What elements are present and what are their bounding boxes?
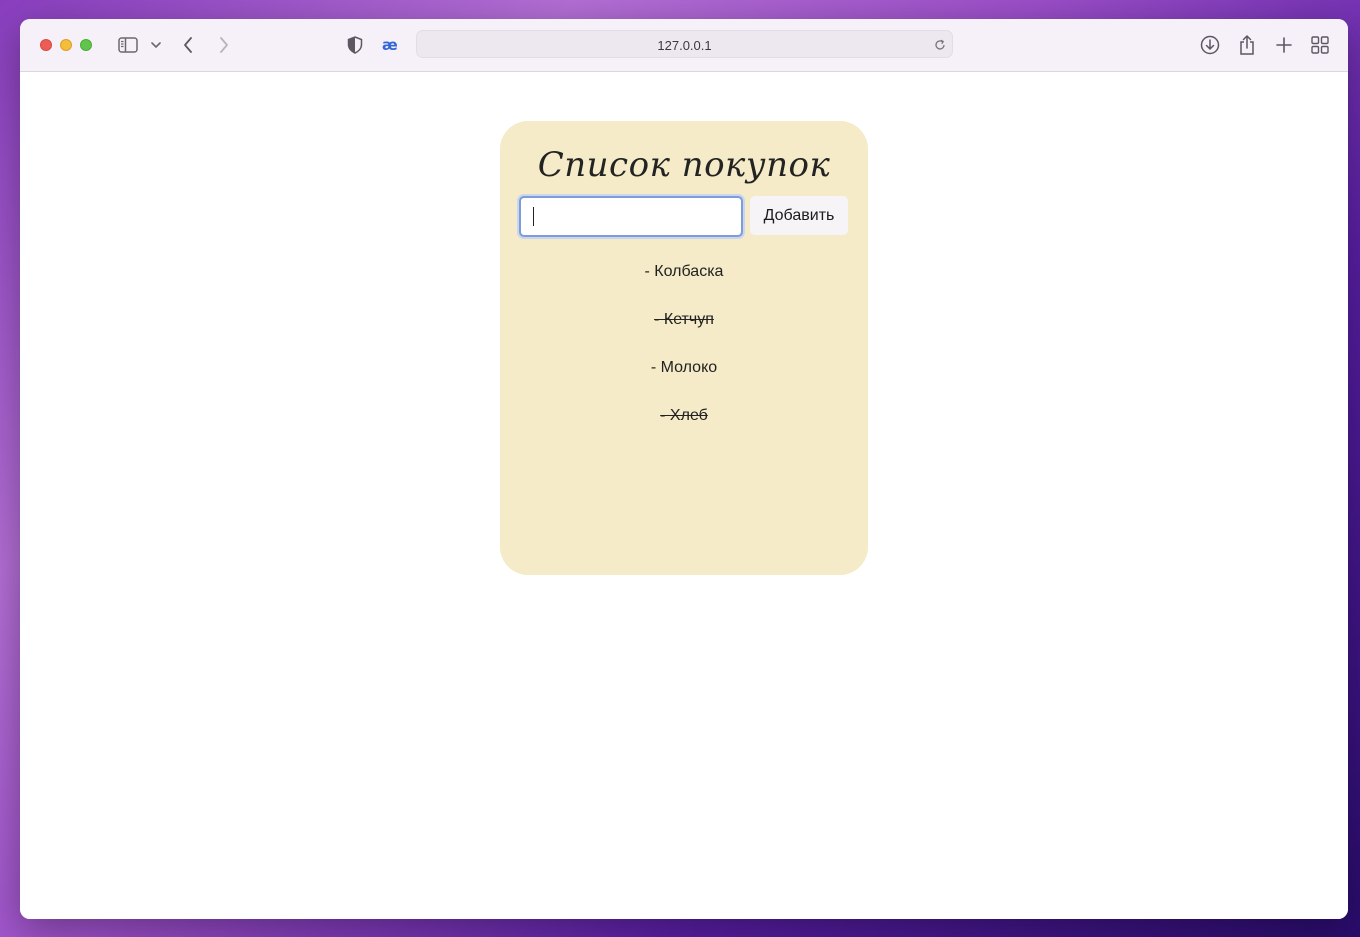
shield-icon[interactable] — [346, 34, 364, 56]
close-window-button[interactable] — [40, 39, 52, 51]
address-text: 127.0.0.1 — [657, 38, 712, 53]
list-item[interactable]: - Колбаска — [500, 261, 868, 309]
zoom-window-button[interactable] — [80, 39, 92, 51]
browser-toolbar: æ 127.0.0.1 — [20, 19, 1348, 72]
forward-icon[interactable] — [216, 34, 232, 56]
shopping-list-card: Список покупок Добавить - Колбаска - Кет… — [500, 121, 868, 575]
plus-icon[interactable] — [1274, 34, 1294, 56]
item-input[interactable] — [519, 196, 743, 237]
page-title: Список покупок — [537, 145, 831, 185]
shopping-list: - Колбаска - Кетчуп - Молоко - Хлеб — [500, 261, 868, 453]
page-content: Список покупок Добавить - Колбаска - Кет… — [20, 72, 1348, 919]
svg-text:æ: æ — [382, 38, 398, 52]
download-icon[interactable] — [1199, 34, 1221, 56]
chevron-down-icon[interactable] — [149, 34, 163, 56]
browser-window: æ 127.0.0.1 Список покупок Добавить - Ко… — [20, 19, 1348, 919]
list-item[interactable]: - Молоко — [500, 357, 868, 405]
list-item[interactable]: - Кетчуп — [500, 309, 868, 357]
minimize-window-button[interactable] — [60, 39, 72, 51]
ae-extension-icon[interactable]: æ — [382, 34, 404, 56]
add-button[interactable]: Добавить — [750, 196, 848, 235]
tab-overview-icon[interactable] — [1310, 34, 1330, 56]
share-icon[interactable] — [1237, 34, 1257, 56]
back-icon[interactable] — [180, 34, 196, 56]
reload-icon[interactable] — [934, 38, 946, 56]
sidebar-icon[interactable] — [117, 34, 139, 56]
address-bar[interactable]: 127.0.0.1 — [416, 30, 953, 58]
list-item[interactable]: - Хлеб — [500, 405, 868, 453]
text-caret — [533, 207, 534, 226]
